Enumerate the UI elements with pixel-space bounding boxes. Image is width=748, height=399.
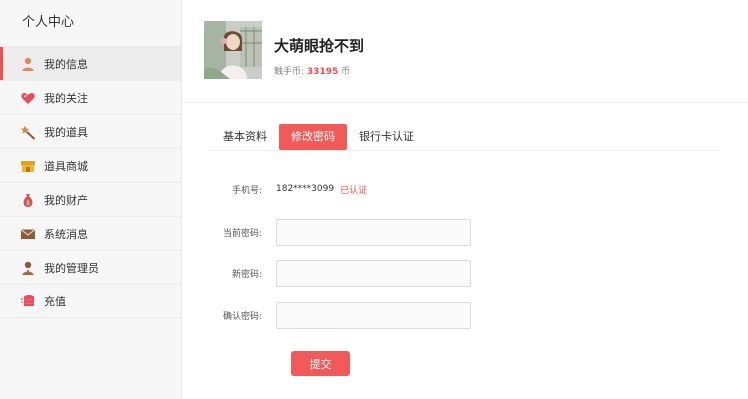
sidebar-item-label: 我的管理员 <box>44 261 99 275</box>
coins-unit: 币 <box>341 67 351 77</box>
sidebar-item-label: 道具商城 <box>44 159 88 173</box>
profile-header: 大萌眼抢不到 触手币: 33195 币 <box>182 0 748 103</box>
confirm-password-row: 确认密码: <box>182 302 748 329</box>
new-password-label: 新密码: <box>231 270 262 280</box>
magic-wand-icon <box>20 124 36 140</box>
sidebar-item-my-admins[interactable]: 我的管理员 <box>0 250 181 284</box>
new-password-row: 新密码: <box>182 260 748 287</box>
coins-label: 触手币: <box>274 67 305 77</box>
current-password-label: 当前密码: <box>222 229 262 239</box>
current-password-input[interactable] <box>276 219 471 246</box>
main-content: 大萌眼抢不到 触手币: 33195 币 基本资料 修改密码 银行卡认证 手机号:… <box>182 0 748 399</box>
username: 大萌眼抢不到 <box>274 37 365 55</box>
phone-value: 182****3099 <box>276 184 335 194</box>
heart-icon <box>20 90 36 106</box>
confirm-password-label: 确认密码: <box>222 312 262 322</box>
coin-balance: 触手币: 33195 币 <box>274 64 350 77</box>
sidebar-item-prop-shop[interactable]: 道具商城 <box>0 148 181 182</box>
sidebar-item-label: 我的道具 <box>44 125 88 139</box>
admin-icon <box>20 260 36 276</box>
sidebar-item-my-info[interactable]: 我的信息 <box>0 46 181 80</box>
phone-label: 手机号: <box>231 185 262 196</box>
shop-icon <box>20 158 36 174</box>
sidebar-item-label: 我的关注 <box>44 91 88 105</box>
sidebar-title: 个人中心 <box>22 15 75 30</box>
sidebar-item-system-messages[interactable]: 系统消息 <box>0 216 181 250</box>
tab-divider <box>210 150 720 151</box>
sidebar-item-label: 充值 <box>44 295 66 308</box>
tab-bank-card-verification[interactable]: 银行卡认证 <box>347 124 426 150</box>
coins-value: 33195 <box>306 67 339 77</box>
tab-change-password[interactable]: 修改密码 <box>279 124 347 150</box>
sidebar-item-recharge[interactable]: 充值 <box>0 284 181 318</box>
sidebar: 个人中心 我的信息 我的关注 我的道具 道具商城 $ 我的财产 系统消息 我的管… <box>0 0 182 399</box>
sidebar-item-my-assets[interactable]: $ 我的财产 <box>0 182 181 216</box>
coin-stack-icon <box>20 293 36 309</box>
new-password-input[interactable] <box>276 260 471 287</box>
svg-text:$: $ <box>26 199 30 206</box>
settings-tabs: 基本资料 修改密码 银行卡认证 <box>210 124 426 150</box>
verified-badge: 已认证 <box>340 185 368 196</box>
sidebar-item-label: 系统消息 <box>44 227 88 241</box>
submit-button[interactable]: 提交 <box>291 351 350 376</box>
confirm-password-input[interactable] <box>276 302 471 329</box>
phone-row: 手机号: 182****3099 已认证 <box>182 182 748 196</box>
current-password-row: 当前密码: <box>182 219 748 246</box>
sidebar-item-my-props[interactable]: 我的道具 <box>0 114 181 148</box>
user-icon <box>20 56 36 72</box>
money-bag-icon: $ <box>20 192 36 208</box>
tab-basic-info[interactable]: 基本资料 <box>210 124 279 150</box>
sidebar-item-my-follows[interactable]: 我的关注 <box>0 80 181 114</box>
mail-icon <box>20 226 36 242</box>
sidebar-item-label: 我的信息 <box>44 57 88 71</box>
sidebar-item-label: 我的财产 <box>44 193 88 207</box>
avatar[interactable] <box>204 21 262 79</box>
